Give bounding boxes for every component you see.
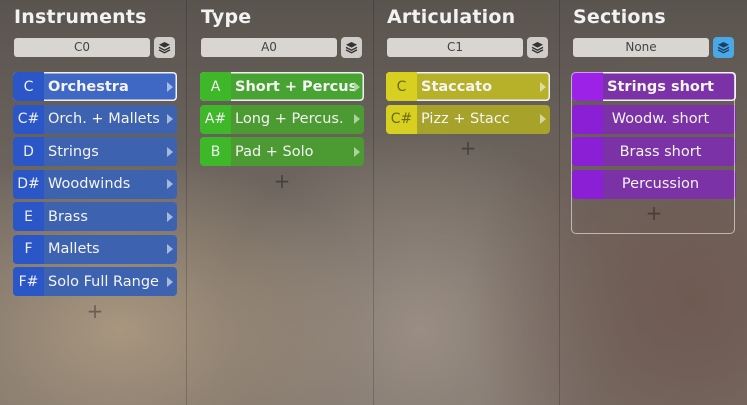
instrument-item-strings[interactable]: D Strings bbox=[13, 137, 177, 166]
chevron-right-icon[interactable] bbox=[167, 211, 173, 222]
note-label: B bbox=[200, 137, 231, 166]
instruments-column: Instruments C0 C Orchestra C# Orch. + Ma… bbox=[0, 0, 187, 405]
type-list: A Short + Percus. A# Long + Percus. B Pa… bbox=[200, 72, 364, 192]
item-label: Short + Percus. bbox=[235, 78, 354, 95]
articulation-item-pizz-stacc[interactable]: C# Pizz + Stacc bbox=[386, 104, 550, 134]
note-label: C bbox=[386, 72, 417, 101]
chevron-right-icon[interactable] bbox=[167, 114, 173, 124]
note-label: F# bbox=[13, 267, 44, 296]
chevron-right-icon[interactable] bbox=[354, 81, 360, 92]
add-instrument-button[interactable]: + bbox=[13, 300, 177, 322]
instrument-item-solo-full-range[interactable]: F# Solo Full Range bbox=[13, 267, 177, 296]
add-articulation-button[interactable]: + bbox=[386, 137, 550, 159]
chevron-right-icon[interactable] bbox=[167, 244, 173, 254]
instrument-item-woodwinds[interactable]: D# Woodwinds bbox=[13, 169, 177, 199]
sections-title: Sections bbox=[573, 6, 666, 28]
layers-icon bbox=[345, 42, 358, 54]
chevron-right-icon[interactable] bbox=[354, 114, 360, 124]
instrument-item-orchestra[interactable]: C Orchestra bbox=[13, 72, 177, 101]
type-item-pad-solo[interactable]: B Pad + Solo bbox=[200, 137, 364, 166]
articulation-title: Articulation bbox=[387, 6, 516, 28]
articulation-item-staccato[interactable]: C Staccato bbox=[386, 72, 550, 101]
note-label: C# bbox=[13, 104, 44, 134]
note-label: A bbox=[200, 72, 231, 101]
layers-icon bbox=[158, 42, 171, 54]
articulation-list: C Staccato C# Pizz + Stacc + bbox=[386, 72, 550, 159]
layers-icon bbox=[531, 42, 544, 54]
chevron-right-icon[interactable] bbox=[167, 81, 173, 92]
type-item-short-percus[interactable]: A Short + Percus. bbox=[200, 72, 364, 101]
chevron-right-icon[interactable] bbox=[167, 146, 173, 157]
item-label: Brass bbox=[48, 208, 88, 225]
item-label: Strings bbox=[48, 143, 99, 160]
item-label: Orchestra bbox=[48, 78, 129, 95]
instruments-key-selector[interactable]: C0 bbox=[14, 38, 150, 57]
note-label: D# bbox=[13, 169, 44, 199]
add-type-button[interactable]: + bbox=[200, 170, 364, 192]
note-label: C bbox=[13, 72, 44, 101]
chevron-right-icon[interactable] bbox=[167, 179, 173, 189]
articulation-key-selector[interactable]: C1 bbox=[387, 38, 523, 57]
note-label: F bbox=[13, 234, 44, 264]
chevron-right-icon[interactable] bbox=[167, 276, 173, 287]
instrument-item-brass[interactable]: E Brass bbox=[13, 202, 177, 231]
articulation-column: Articulation C1 C Staccato C# Pizz + Sta… bbox=[373, 0, 560, 405]
instrument-item-orch-mallets[interactable]: C# Orch. + Mallets bbox=[13, 104, 177, 134]
chevron-right-icon[interactable] bbox=[540, 81, 546, 92]
chevron-right-icon[interactable] bbox=[540, 114, 546, 124]
note-label: C# bbox=[386, 104, 417, 134]
note-label: D bbox=[13, 137, 44, 166]
item-label: Pad + Solo bbox=[235, 143, 314, 160]
sections-layers-button[interactable] bbox=[713, 37, 734, 58]
type-layers-button[interactable] bbox=[341, 37, 362, 58]
type-column: Type A0 A Short + Percus. A# Long + Perc… bbox=[187, 0, 374, 405]
articulation-layers-button[interactable] bbox=[527, 37, 548, 58]
type-title: Type bbox=[201, 6, 252, 28]
chevron-right-icon[interactable] bbox=[354, 146, 360, 157]
sections-key-selector[interactable]: None bbox=[573, 38, 709, 57]
instruments-title: Instruments bbox=[14, 6, 147, 28]
item-label: Orch. + Mallets bbox=[48, 111, 160, 127]
instruments-list: C Orchestra C# Orch. + Mallets D Strings… bbox=[13, 72, 177, 322]
item-label: Mallets bbox=[48, 241, 100, 257]
item-label: Staccato bbox=[421, 78, 493, 95]
sections-group-frame bbox=[571, 72, 735, 234]
item-label: Solo Full Range bbox=[48, 273, 159, 290]
note-label: E bbox=[13, 202, 44, 231]
item-label: Pizz + Stacc bbox=[421, 111, 510, 127]
layers-icon bbox=[717, 42, 730, 54]
item-label: Long + Percus. bbox=[235, 111, 344, 127]
type-key-selector[interactable]: A0 bbox=[201, 38, 337, 57]
instruments-layers-button[interactable] bbox=[154, 37, 175, 58]
item-label: Woodwinds bbox=[48, 176, 131, 192]
instrument-item-mallets[interactable]: F Mallets bbox=[13, 234, 177, 264]
note-label: A# bbox=[200, 104, 231, 134]
type-item-long-percus[interactable]: A# Long + Percus. bbox=[200, 104, 364, 134]
